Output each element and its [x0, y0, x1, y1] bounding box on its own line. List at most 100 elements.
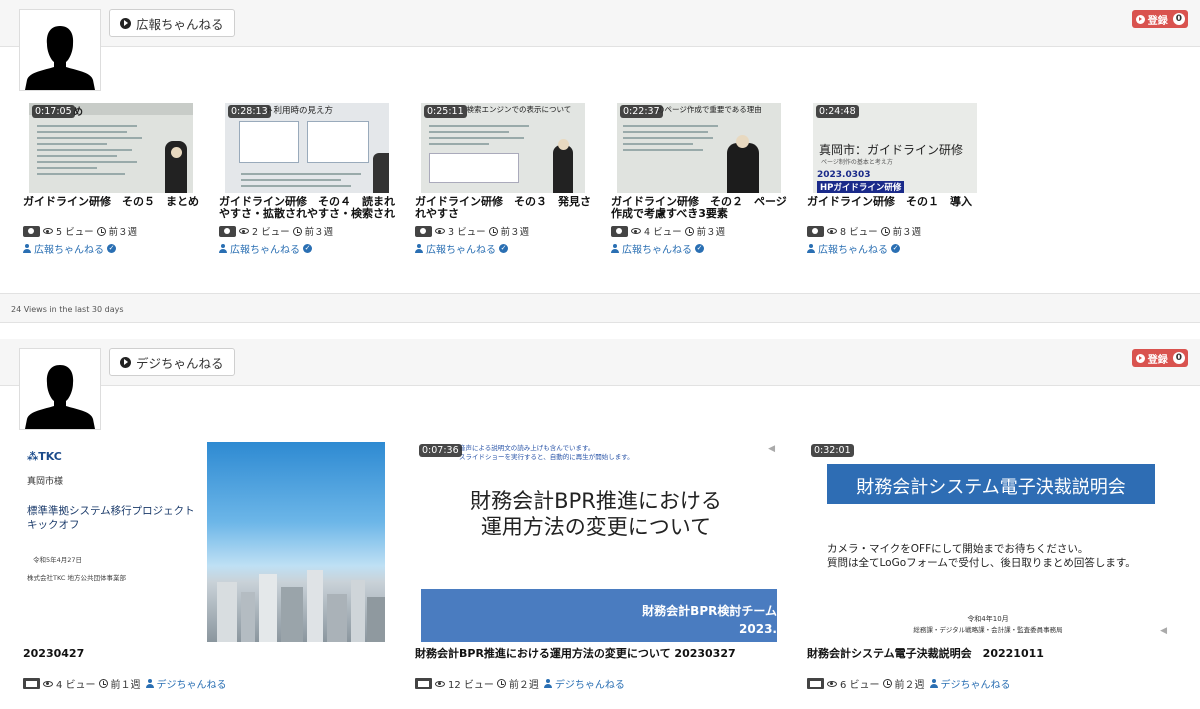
subscriber-count: 0: [1172, 352, 1185, 364]
video-card[interactable]: 0:17:05 め ガイドライン研修 その５ まとめ 5 ビュー 前３週 広報ち…: [23, 103, 203, 256]
video-thumbnail[interactable]: 0:25:11 ：検索エンジンでの表示について: [421, 103, 585, 193]
author-name[interactable]: デジちゃんねる: [941, 676, 1011, 691]
author-link[interactable]: 広報ちゃんねる ✓: [219, 241, 399, 256]
channel-link-button[interactable]: 広報ちゃんねる: [109, 9, 235, 37]
eye-icon: [435, 680, 445, 687]
video-card[interactable]: 0:28:13 ト利用時の見え方 ガイドライン研修 その４ 読まれやすさ・拡散さ…: [219, 103, 399, 256]
duration-badge: 0:22:37: [620, 105, 663, 118]
clock-icon: [292, 226, 302, 236]
play-circle-icon: [120, 356, 131, 368]
camera-icon: [219, 225, 236, 237]
user-silhouette-icon: [25, 26, 95, 90]
channel-name: デジちゃんねる: [136, 355, 224, 371]
author-name[interactable]: デジちゃんねる: [555, 676, 625, 691]
channel-name: 広報ちゃんねる: [136, 16, 224, 32]
eye-icon: [239, 228, 249, 234]
folder-icon: [807, 678, 824, 689]
camera-icon: [415, 225, 432, 237]
slide-text: のページ作成で重要である理由: [657, 105, 762, 114]
subscribe-button[interactable]: 登録 0: [1131, 10, 1188, 28]
duration-badge: 0:25:11: [424, 105, 467, 118]
video-card[interactable]: 0:32:01 財務会計システム電子決裁説明会 カメラ・マイクをOFFにして開始…: [807, 442, 1177, 691]
video-card[interactable]: 0:24:48 真岡市：ガイドライン研修 ページ制作の基本と考え方 2023.0…: [807, 103, 987, 256]
slide-tag: HPガイドライン研修: [817, 181, 905, 193]
verified-icon: ✓: [499, 244, 508, 253]
avatar[interactable]: [19, 9, 101, 91]
video-card[interactable]: 0:25:11 ：検索エンジンでの表示について ガイドライン研修 その３ 発見さ…: [415, 103, 595, 256]
author-link[interactable]: 広報ちゃんねる ✓: [415, 241, 595, 256]
banner-text: 財務会計BPR検討チーム: [642, 604, 777, 618]
author-name[interactable]: デジちゃんねる: [157, 676, 227, 691]
video-list: 0:17:05 め ガイドライン研修 その５ まとめ 5 ビュー 前３週 広報ち…: [0, 47, 1200, 293]
slide-body: カメラ・マイクをOFFにして開始までお待ちください。 質問は全てLoGoフォーム…: [827, 543, 1136, 569]
view-count: 12 ビュー: [448, 680, 494, 691]
video-title[interactable]: ガイドライン研修 その１ 導入: [807, 196, 987, 220]
video-title[interactable]: ガイドライン研修 その５ まとめ: [23, 196, 203, 220]
video-title[interactable]: 20230427: [23, 647, 393, 661]
play-icon: [1135, 353, 1145, 363]
verified-icon: ✓: [695, 244, 704, 253]
video-meta: 4 ビュー 前１週 デジちゃんねる: [23, 676, 393, 691]
eye-icon: [435, 228, 445, 234]
view-count: 2 ビュー: [252, 227, 290, 238]
video-meta: 2 ビュー 前３週: [219, 224, 399, 238]
video-card[interactable]: 0:07:36 音声による説明文の読み上げも含んでいます。 スライドショーを実行…: [415, 442, 785, 691]
video-thumbnail[interactable]: 0:22:37 のページ作成で重要である理由: [617, 103, 781, 193]
video-thumbnail[interactable]: 0:32:01 財務会計システム電子決裁説明会 カメラ・マイクをOFFにして開始…: [807, 442, 1169, 642]
channel-link-button[interactable]: デジちゃんねる: [109, 348, 235, 376]
logo-text: TKC: [38, 450, 62, 463]
avatar[interactable]: [19, 348, 101, 430]
user-icon: [415, 244, 423, 253]
user-icon: [23, 244, 31, 253]
user-icon: [929, 679, 938, 688]
folder-icon: [415, 678, 432, 689]
video-meta: 8 ビュー 前３週: [807, 224, 987, 238]
upload-time: 前２週: [894, 680, 925, 691]
video-title[interactable]: 財務会計BPR推進における運用方法の変更について 20230327: [415, 647, 785, 661]
subscribe-button[interactable]: 登録 0: [1131, 349, 1188, 367]
play-circle-icon: [120, 17, 131, 29]
city-photo: [207, 442, 385, 642]
channel-header: デジちゃんねる 登録 0: [0, 339, 1200, 430]
user-silhouette-icon: [25, 365, 95, 429]
view-count: 4 ビュー: [644, 227, 682, 238]
video-title[interactable]: 財務会計システム電子決裁説明会 20221011: [807, 647, 1177, 661]
upload-time: 前３週: [108, 227, 138, 238]
slide-client: 真岡市様: [27, 477, 64, 487]
slide-org: 株式会社TKC 地方公共団体事業部: [27, 574, 126, 582]
slide-date: 令和5年4月27日: [33, 556, 83, 564]
video-thumbnail[interactable]: 0:24:48 真岡市：ガイドライン研修 ページ制作の基本と考え方 2023.0…: [813, 103, 977, 193]
camera-icon: [807, 225, 824, 237]
speaker-icon: ◀: [1160, 626, 1167, 636]
video-thumbnail[interactable]: 0:07:36 音声による説明文の読み上げも含んでいます。 スライドショーを実行…: [415, 442, 777, 642]
verified-icon: ✓: [303, 244, 312, 253]
view-count: 5 ビュー: [56, 227, 94, 238]
author-link[interactable]: 広報ちゃんねる ✓: [611, 241, 791, 256]
video-card[interactable]: ⁂TKC 真岡市様 標準準拠システム移行プロジェクト キックオフ 令和5年4月2…: [23, 442, 393, 691]
video-title[interactable]: ガイドライン研修 その３ 発見されやすさ: [415, 196, 595, 220]
duration-badge: 0:17:05: [32, 105, 75, 118]
video-card[interactable]: 0:22:37 のページ作成で重要である理由 ガイドライン研修 その２ ページ作…: [611, 103, 791, 256]
eye-icon: [631, 228, 641, 234]
video-title[interactable]: ガイドライン研修 その２ ページ作成で考慮すべき3要素: [611, 196, 791, 220]
clock-icon: [880, 226, 890, 236]
folder-icon: [23, 678, 40, 689]
author-link[interactable]: 広報ちゃんねる ✓: [23, 241, 203, 256]
video-thumbnail[interactable]: 0:28:13 ト利用時の見え方: [225, 103, 389, 193]
slide-note: 音声による説明文の読み上げも含んでいます。 スライドショーを実行すると、自動的に…: [459, 444, 634, 461]
clock-icon: [488, 226, 498, 236]
author-name: 広報ちゃんねる: [818, 245, 888, 256]
author-link[interactable]: 広報ちゃんねる ✓: [807, 241, 987, 256]
author-name: 広報ちゃんねる: [34, 245, 104, 256]
user-icon: [611, 244, 619, 253]
subscribe-label: 登録: [1147, 15, 1168, 27]
duration-badge: 0:32:01: [811, 444, 854, 457]
clock-icon: [96, 226, 106, 236]
video-thumbnail[interactable]: 0:17:05 め: [29, 103, 193, 193]
video-meta: 4 ビュー 前３週: [611, 224, 791, 238]
video-title[interactable]: ガイドライン研修 その４ 読まれやすさ・拡散されやすさ・検索されやすさ: [219, 196, 399, 220]
banner-year: 2023.: [739, 622, 777, 636]
video-list: ⁂TKC 真岡市様 標準準拠システム移行プロジェクト キックオフ 令和5年4月2…: [0, 386, 1200, 704]
video-thumbnail[interactable]: ⁂TKC 真岡市様 標準準拠システム移行プロジェクト キックオフ 令和5年4月2…: [23, 442, 385, 642]
verified-icon: ✓: [891, 244, 900, 253]
